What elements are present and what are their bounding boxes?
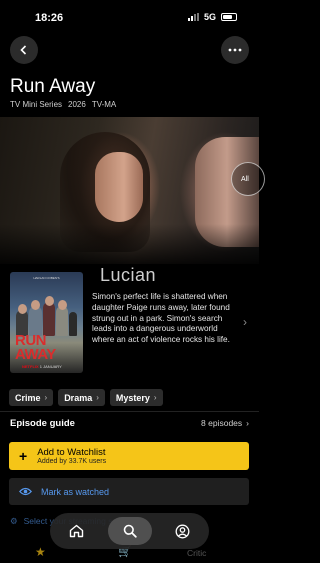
mark-as-watched-label: Mark as watched <box>41 486 110 497</box>
chevron-right-icon: › <box>153 393 157 402</box>
episode-count: 8 episodes <box>201 418 243 428</box>
tab-search[interactable] <box>107 517 152 545</box>
episode-guide-link[interactable]: 8 episodes › <box>201 418 249 428</box>
mark-as-watched-button[interactable]: Mark as watched <box>9 478 249 505</box>
watermark-text: Lucian <box>100 265 157 285</box>
chevron-right-icon: › <box>44 393 48 402</box>
show-year: 2026 <box>68 100 86 109</box>
chevron-right-icon[interactable]: › <box>243 315 247 329</box>
back-button[interactable] <box>10 36 38 64</box>
chevron-right-icon: › <box>96 393 99 402</box>
plot-description[interactable]: Simon's perfect life is shattered when d… <box>92 292 238 346</box>
tab-home[interactable] <box>55 517 99 545</box>
poster-image[interactable]: HARLAN COBEN'S RUN AWAY NETFLIX 1 JANUAR… <box>10 272 83 373</box>
genre-chip-crime[interactable]: Crime › <box>9 389 54 406</box>
episode-guide-label[interactable]: Episode guide <box>10 418 75 429</box>
poster-people <box>16 294 77 336</box>
add-to-watchlist-button[interactable]: + Add to Watchlist Added by 33.7K users <box>9 442 249 470</box>
watchlist-label: Add to Watchlist <box>37 447 106 458</box>
page-title: Run Away <box>10 76 96 97</box>
chevron-right-icon: › <box>246 418 249 428</box>
status-indicators: 5G <box>187 12 237 22</box>
home-icon <box>69 524 84 538</box>
battery-icon <box>221 13 237 21</box>
profile-icon <box>175 524 190 538</box>
genre-chip-mystery[interactable]: Mystery › <box>109 389 163 406</box>
show-type: TV Mini Series <box>10 100 63 109</box>
poster-title: RUN AWAY <box>15 332 56 363</box>
hero-video-thumbnail[interactable]: All <box>0 117 265 264</box>
divider <box>0 411 259 412</box>
chevron-left-icon <box>20 45 27 55</box>
settings-icon: ⚙ <box>10 516 18 526</box>
ellipsis-icon <box>228 48 242 52</box>
plus-icon: + <box>19 448 28 464</box>
status-time: 18:26 <box>35 12 64 24</box>
critic-label[interactable]: Critic <box>187 548 206 558</box>
title-meta: TV Mini Series 2026 TV-MA <box>10 100 116 109</box>
search-icon <box>123 524 137 538</box>
show-rating: TV-MA <box>91 100 117 109</box>
poster-top-text: HARLAN COBEN'S <box>33 276 60 280</box>
genre-chip-drama[interactable]: Drama › <box>58 389 105 406</box>
tab-profile[interactable] <box>161 517 205 545</box>
eye-icon <box>19 487 32 496</box>
all-media-button[interactable]: All <box>231 162 265 196</box>
bottom-tab-bar <box>50 513 209 549</box>
poster-network: NETFLIX 1 JANUARY <box>22 364 62 369</box>
more-options-button[interactable] <box>221 36 249 64</box>
all-media-label: All <box>241 175 249 183</box>
genre-chips: Crime › Drama › Mystery › <box>9 389 163 406</box>
network-label: 5G <box>203 12 216 22</box>
watchlist-count: Added by 33.7K users <box>37 458 107 465</box>
signal-icon <box>187 13 199 21</box>
star-icon[interactable]: ★ <box>35 545 46 559</box>
